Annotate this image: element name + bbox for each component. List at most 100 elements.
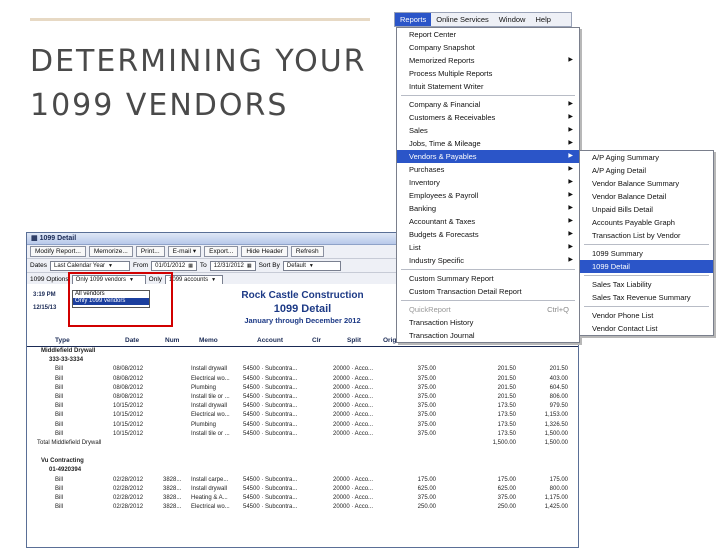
menu-item-banking[interactable]: Banking ▶ [397,202,579,215]
menu-item-custom-transaction-detail-report[interactable]: Custom Transaction Detail Report [397,285,579,298]
menu-item-jobs-time-mileage[interactable]: Jobs, Time & Mileage ▶ [397,137,579,150]
menu-item-transaction-journal[interactable]: Transaction Journal [397,329,579,342]
menu-item-company-snapshot[interactable]: Company Snapshot [397,41,579,54]
menu-item-budgets-forecasts[interactable]: Budgets & Forecasts ▶ [397,228,579,241]
table-row[interactable]: Bill 10/15/2012 Electrical wo... 54500 · Su… [27,412,578,421]
report-icon: ▦ [31,235,40,242]
menu-item-vendors-payables[interactable]: Vendors & Payables ▶ [397,150,579,163]
menu-item-process-multiple-reports[interactable]: Process Multiple Reports [397,67,579,80]
to-date-input[interactable]: 12/31/2012 ▦ [209,260,256,271]
menu-item-label: Accounts Payable Graph [592,218,675,227]
menu-item-label: Sales [409,126,428,135]
column-split[interactable]: Split [347,337,361,344]
menu-item-label: Unpaid Bills Detail [592,205,653,214]
split-cell: 20000 · Acco... [333,495,374,501]
submenu-item-vendor-contact-list[interactable]: Vendor Contact List [580,322,713,335]
column-account[interactable]: Account [257,337,283,344]
submenu-arrow-icon: ▶ [568,166,573,172]
menu-item-purchases[interactable]: Purchases ▶ [397,163,579,176]
submenu-item-vendor-phone-list[interactable]: Vendor Phone List [580,309,713,322]
menu-separator [401,269,575,270]
menu-window[interactable]: Window [494,13,531,26]
column-num[interactable]: Num [165,337,179,344]
amount-cell: 625.00 [497,485,516,492]
table-row[interactable]: Bill 08/08/2012 Install tile or ... 54500 ·… [27,394,578,403]
date-cell: 08/08/2012 [113,393,144,400]
column-orig[interactable]: Orig [383,337,396,344]
column-clr[interactable]: Clr [312,337,321,344]
sort-by-select[interactable]: Default ▼ [282,260,341,271]
menu-item-label: Intuit Statement Writer [409,82,484,91]
original-amount-cell: 175.00 [417,476,436,483]
table-row[interactable]: Bill 02/28/2012 3828... Install carpe... 545… [27,477,578,486]
menu-item-label: Vendor Balance Detail [592,192,667,201]
table-row[interactable]: Bill 10/15/2012 Install tile or ... 54500 ·… [27,431,578,440]
menu-item-memorized-reports[interactable]: Memorized Reports ▶ [397,54,579,67]
vendor-label: 333-33-3334 [49,357,84,364]
submenu-item-1099-detail[interactable]: 1099 Detail [580,260,713,273]
print-button[interactable]: Print... [135,246,165,257]
table-row[interactable]: Bill 02/28/2012 3828... Electrical wo... 545… [27,504,578,513]
submenu-arrow-icon: ▶ [568,218,573,224]
split-cell: 20000 · Acco... [333,485,374,492]
menu-item-label: Jobs, Time & Mileage [409,139,481,148]
table-row[interactable]: Bill 10/15/2012 Install drywall 54500 · Sub… [27,403,578,412]
submenu-item-a-p-aging-summary[interactable]: A/P Aging Summary [580,151,713,164]
table-row[interactable]: Bill 08/08/2012 Install drywall 54500 · Sub… [27,366,578,375]
column-memo[interactable]: Memo [199,337,218,344]
split-cell: 20000 · Acco... [333,366,374,373]
email-button[interactable]: E-mail ▾ [167,246,202,257]
export-button[interactable]: Export... [204,246,239,257]
menu-reports[interactable]: Reports [395,13,432,26]
memorize-button[interactable]: Memorize... [88,246,133,257]
submenu-item-vendor-balance-summary[interactable]: Vendor Balance Summary [580,177,713,190]
column-date[interactable]: Date [125,337,139,344]
menu-item-customers-receivables[interactable]: Customers & Receivables ▶ [397,111,579,124]
hide-header-button[interactable]: Hide Header [241,246,288,257]
menu-item-intuit-statement-writer[interactable]: Intuit Statement Writer [397,80,579,93]
menu-item-report-center[interactable]: Report Center [397,28,579,41]
submenu-item-sales-tax-liability[interactable]: Sales Tax Liability [580,278,713,291]
menu-item-list[interactable]: List ▶ [397,241,579,254]
menu-item-label: Company Snapshot [409,43,475,52]
table-row[interactable]: Bill 02/28/2012 3828... Install drywall 5450… [27,486,578,495]
table-row[interactable]: Bill 08/08/2012 Plumbing 54500 · Subcontra.… [27,385,578,394]
accounts-select[interactable]: 1099 accounts ▼ [165,274,224,285]
split-cell: 20000 · Acco... [333,430,374,437]
modify-report-button[interactable]: Modify Report... [30,246,86,257]
from-date-input[interactable]: 01/01/2012 ▦ [151,260,197,271]
type-cell: Bill [55,421,64,428]
submenu-item-sales-tax-revenue-summary[interactable]: Sales Tax Revenue Summary [580,291,713,304]
submenu-item-transaction-list-by-vendor[interactable]: Transaction List by Vendor [580,229,713,242]
menu-separator [584,275,709,276]
menu-item-accountant-taxes[interactable]: Accountant & Taxes ▶ [397,215,579,228]
column-type[interactable]: Type [55,337,70,344]
balance-cell: 800.00 [549,485,568,492]
calendar-icon[interactable]: ▦ [247,263,252,269]
submenu-item-vendor-balance-detail[interactable]: Vendor Balance Detail [580,190,713,203]
submenu-item-accounts-payable-graph[interactable]: Accounts Payable Graph [580,216,713,229]
dates-select[interactable]: Last Calendar Year ▼ [49,260,130,271]
refresh-button[interactable]: Refresh [290,246,324,257]
submenu-item-a-p-aging-detail[interactable]: A/P Aging Detail [580,164,713,177]
menu-item-sales[interactable]: Sales ▶ [397,124,579,137]
menu-online-services[interactable]: Online Services [431,13,494,26]
menu-item-transaction-history[interactable]: Transaction History [397,316,579,329]
menu-item-inventory[interactable]: Inventory ▶ [397,176,579,189]
menu-item-label: Inventory [409,178,440,187]
menu-help[interactable]: Help [530,13,555,26]
num-cell: 3828... [163,476,182,483]
submenu-item-1099-summary[interactable]: 1099 Summary [580,247,713,260]
menu-item-company-financial[interactable]: Company & Financial ▶ [397,98,579,111]
table-row[interactable]: Bill 10/15/2012 Plumbing 54500 · Subcontra.… [27,422,578,431]
menu-item-quickreport[interactable]: QuickReport Ctrl+Q [397,303,579,316]
table-row[interactable]: Bill 08/08/2012 Electrical wo... 54500 · Su… [27,376,578,385]
menu-item-employees-payroll[interactable]: Employees & Payroll ▶ [397,189,579,202]
submenu-item-unpaid-bills-detail[interactable]: Unpaid Bills Detail [580,203,713,216]
original-amount-cell: 375.00 [417,430,436,437]
menu-item-custom-summary-report[interactable]: Custom Summary Report [397,272,579,285]
table-row[interactable]: Bill 02/28/2012 3828... Heating & A... 54500… [27,495,578,504]
menu-item-industry-specific[interactable]: Industry Specific ▶ [397,254,579,267]
vendor-row: 01-4920394 [27,467,578,476]
calendar-icon[interactable]: ▦ [188,263,193,269]
